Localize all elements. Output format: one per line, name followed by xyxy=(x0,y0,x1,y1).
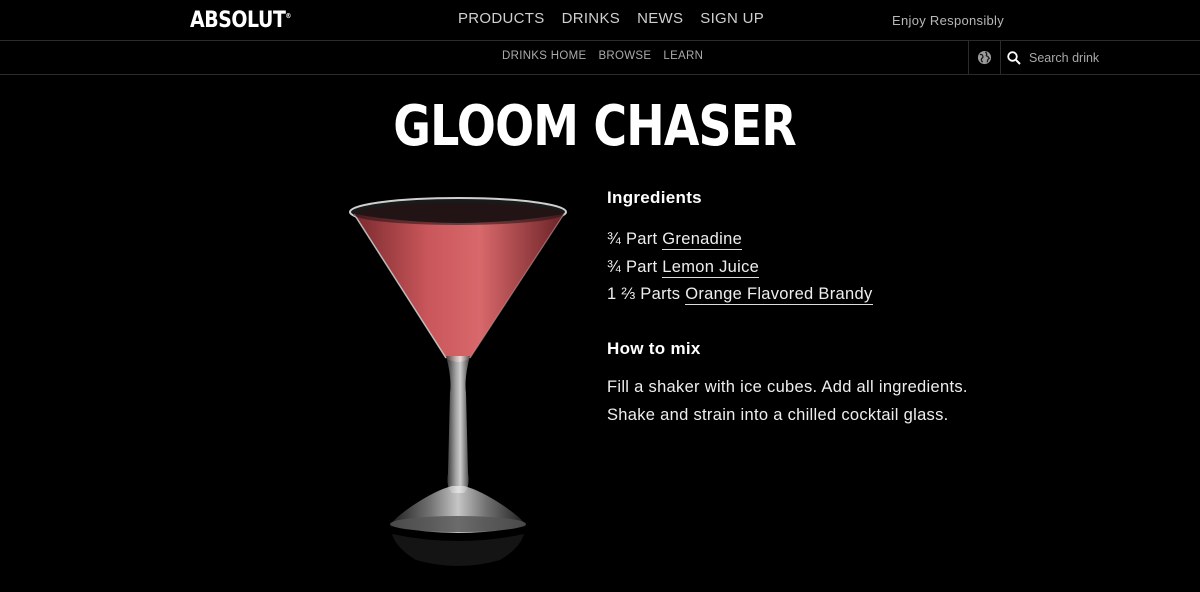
how-to-mix-section: How to mix Fill a shaker with ice cubes.… xyxy=(607,339,1027,429)
ingredient-item: ¾ Part Grenadine xyxy=(607,226,1027,254)
top-navigation-bar: ABSOLUT® PRODUCTS DRINKS NEWS SIGN UP En… xyxy=(0,0,1200,41)
sub-navigation-bar: DRINKS HOME BROWSE LEARN xyxy=(0,41,1200,75)
how-to-mix-heading: How to mix xyxy=(607,338,701,358)
mixing-instructions: Fill a shaker with ice cubes. Add all in… xyxy=(607,377,968,424)
search-input[interactable] xyxy=(1027,49,1191,66)
ingredient-link-lemon-juice[interactable]: Lemon Juice xyxy=(662,257,760,278)
ingredient-item: 1 ⅔ Parts Orange Flavored Brandy xyxy=(607,281,1027,309)
ingredient-link-orange-flavored-brandy[interactable]: Orange Flavored Brandy xyxy=(685,285,873,305)
ingredient-amount: 1 ⅔ Parts xyxy=(607,285,681,303)
logo-registered-mark: ® xyxy=(285,12,292,20)
recipe-section: Ingredients ¾ Part Grenadine ¾ Part Lemo… xyxy=(607,188,1027,429)
logo-text: ABSOLUT xyxy=(190,8,286,33)
search-icon[interactable] xyxy=(1007,50,1021,65)
nav-products[interactable]: PRODUCTS xyxy=(458,10,545,27)
ingredient-amount: ¾ Part xyxy=(607,230,658,248)
drinks-subnav: DRINKS HOME BROWSE LEARN xyxy=(502,50,703,62)
ingredients-list: ¾ Part Grenadine ¾ Part Lemon Juice 1 ⅔ … xyxy=(607,226,1027,309)
main-nav: PRODUCTS DRINKS NEWS SIGN UP xyxy=(458,10,764,27)
drink-title-text: GLOOM CHASER xyxy=(393,94,798,159)
search-box xyxy=(1000,41,1200,74)
globe-icon xyxy=(977,50,992,65)
ingredient-amount: ¾ Part xyxy=(607,257,658,276)
subnav-learn[interactable]: LEARN xyxy=(663,50,703,62)
enjoy-responsibly-text: Enjoy Responsibly xyxy=(892,13,1005,28)
language-selector[interactable] xyxy=(968,41,1001,74)
subnav-browse[interactable]: BROWSE xyxy=(598,50,651,62)
ingredient-item: ¾ Part Lemon Juice xyxy=(607,254,1027,282)
ingredient-link-grenadine[interactable]: Grenadine xyxy=(662,230,743,250)
drink-title: GLOOM CHASER xyxy=(0,94,1190,159)
cocktail-glass-image xyxy=(340,188,580,578)
subnav-drinks-home[interactable]: DRINKS HOME xyxy=(502,50,586,62)
ingredients-heading: Ingredients xyxy=(607,188,702,207)
nav-sign-up[interactable]: SIGN UP xyxy=(700,10,764,27)
absolut-logo[interactable]: ABSOLUT® xyxy=(190,8,291,33)
nav-news[interactable]: NEWS xyxy=(637,10,683,27)
nav-drinks[interactable]: DRINKS xyxy=(562,10,620,27)
